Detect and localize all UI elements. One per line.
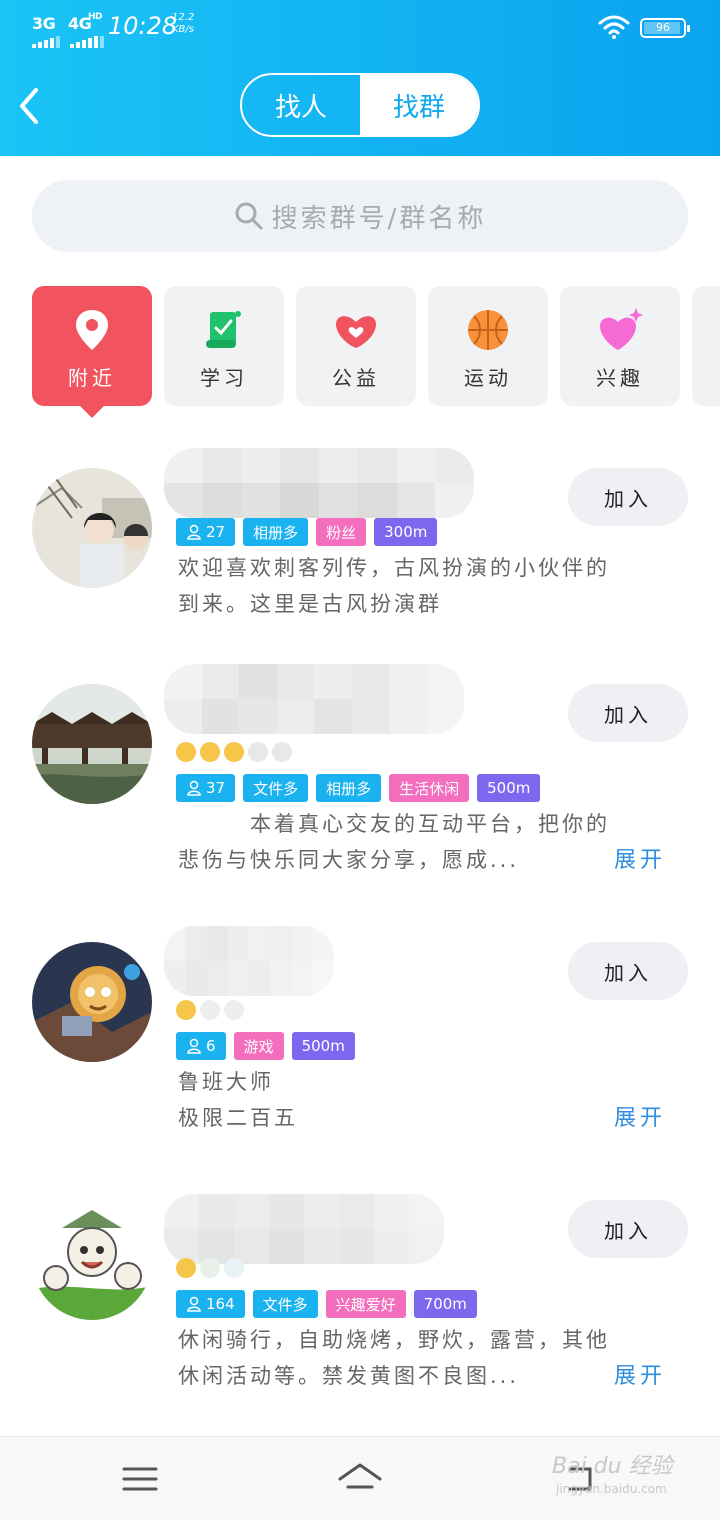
category-charity[interactable]: 公益 (296, 286, 416, 406)
expand-link[interactable]: 展开 (614, 1100, 666, 1132)
tag: 兴趣爱好 (325, 1290, 406, 1318)
back-arrow-icon[interactable] (14, 84, 50, 128)
group-description: 欢迎喜欢刺客列传，古风扮演的小伙伴的 到来。这里是古风扮演群 (178, 556, 610, 616)
tab-find-groups[interactable]: 找群 (360, 75, 478, 135)
group-description: 休闲骑行，自助烧烤，野炊，露营，其他 休闲活动等。禁发黄图不良图... (178, 1328, 610, 1388)
group-item[interactable]: 加入 6 游戏 500m 鲁班大师 极限二百五 展开 (0, 914, 720, 1154)
group-tags: 164 文件多 兴趣爱好 700m (176, 1290, 477, 1318)
person-icon (187, 524, 201, 540)
group-level-icons (176, 1258, 244, 1278)
basketball-icon (468, 310, 508, 350)
group-name-blurred (164, 926, 334, 996)
group-avatar (32, 684, 152, 804)
network-2-suffix: HD (88, 12, 103, 22)
category-tabs: 附近 学习 公益 运动 兴趣 (32, 286, 720, 426)
group-avatar (32, 1200, 152, 1320)
network-1-label: 3G (32, 14, 56, 33)
category-interest[interactable]: 兴趣 (560, 286, 680, 406)
group-tags: 6 游戏 500m (176, 1032, 355, 1060)
location-pin-icon (76, 310, 108, 350)
status-bar: 3G 4G HD 10:28 12.2 KB/s 96 (0, 8, 720, 48)
expand-link[interactable]: 展开 (614, 1358, 666, 1390)
member-count-tag: 27 (176, 518, 236, 546)
group-avatar (32, 942, 152, 1062)
group-name-blurred (164, 1194, 444, 1264)
distance-tag: 700m (413, 1290, 477, 1318)
tag: 相册多 (316, 774, 382, 802)
person-icon (187, 1296, 201, 1312)
distance-tag: 500m (477, 774, 541, 802)
search-placeholder: 搜索群号/群名称 (271, 203, 487, 234)
scroll-icon (206, 311, 241, 348)
network-speed: 12.2 KB/s (172, 12, 195, 35)
group-level-icons (176, 742, 292, 762)
menu-icon[interactable] (116, 1455, 164, 1503)
join-button[interactable]: 加入 (568, 1200, 688, 1258)
expand-link[interactable]: 展开 (614, 842, 666, 874)
tag: 粉丝 (316, 518, 367, 546)
search-input[interactable]: 搜索群号/群名称 (32, 180, 688, 252)
member-count-tag: 164 (176, 1290, 245, 1318)
group-item[interactable]: 加入 164 文件多 兴趣爱好 700m 休闲骑行，自助烧烤，野炊，露营，其他 … (0, 1172, 720, 1412)
person-icon (187, 1038, 201, 1054)
category-study[interactable]: 学习 (164, 286, 284, 406)
battery-level: 96 (656, 21, 670, 34)
group-description: 鲁班大师 极限二百五 (178, 1070, 298, 1130)
person-icon (187, 780, 201, 796)
group-name-blurred (164, 664, 464, 734)
find-toggle: 找人 找群 (240, 73, 480, 137)
tag: 游戏 (233, 1032, 284, 1060)
tag: 生活休闲 (389, 774, 470, 802)
group-avatar (32, 468, 152, 588)
signal-1-icon (32, 36, 60, 48)
search-icon (235, 202, 263, 230)
join-button[interactable]: 加入 (568, 942, 688, 1000)
distance-tag: 500m (291, 1032, 355, 1060)
watermark-url: jingyan.baidu.com (556, 1482, 667, 1496)
clock: 10:28 (108, 12, 178, 40)
group-item[interactable]: 加入 37 文件多 相册多 生活休闲 500m 本着真心交友的互动平台，把你的 … (0, 656, 720, 896)
join-button[interactable]: 加入 (568, 468, 688, 526)
category-sports[interactable]: 运动 (428, 286, 548, 406)
tag: 相册多 (243, 518, 309, 546)
member-count-tag: 6 (176, 1032, 226, 1060)
category-nearby[interactable]: 附近 (32, 286, 152, 418)
group-description: 本着真心交友的互动平台，把你的 悲伤与快乐同大家分享，愿成... (178, 812, 610, 872)
category-more[interactable] (692, 286, 720, 406)
signal-2-icon (70, 36, 104, 48)
distance-tag: 300m (374, 518, 438, 546)
group-tags: 37 文件多 相册多 生活休闲 500m (176, 774, 541, 802)
group-tags: 27 相册多 粉丝 300m (176, 518, 438, 546)
battery-icon: 96 (640, 18, 690, 38)
group-item[interactable]: 加入 27 相册多 粉丝 300m 欢迎喜欢刺客列传，古风扮演的小伙伴的 到来。… (0, 440, 720, 680)
tag: 文件多 (243, 774, 309, 802)
group-name-blurred (164, 448, 474, 518)
wifi-icon (598, 15, 630, 39)
tag: 文件多 (252, 1290, 318, 1318)
home-icon[interactable] (336, 1455, 384, 1503)
group-level-icons (176, 1000, 244, 1020)
heart-hands-icon (336, 316, 376, 348)
tab-find-people[interactable]: 找人 (242, 75, 360, 135)
join-button[interactable]: 加入 (568, 684, 688, 742)
sparkle-heart-icon (600, 308, 643, 350)
member-count-tag: 37 (176, 774, 236, 802)
watermark-brand: Bai du 经验 (552, 1454, 673, 1479)
header-bar: 3G 4G HD 10:28 12.2 KB/s 96 找人 找群 (0, 0, 720, 156)
